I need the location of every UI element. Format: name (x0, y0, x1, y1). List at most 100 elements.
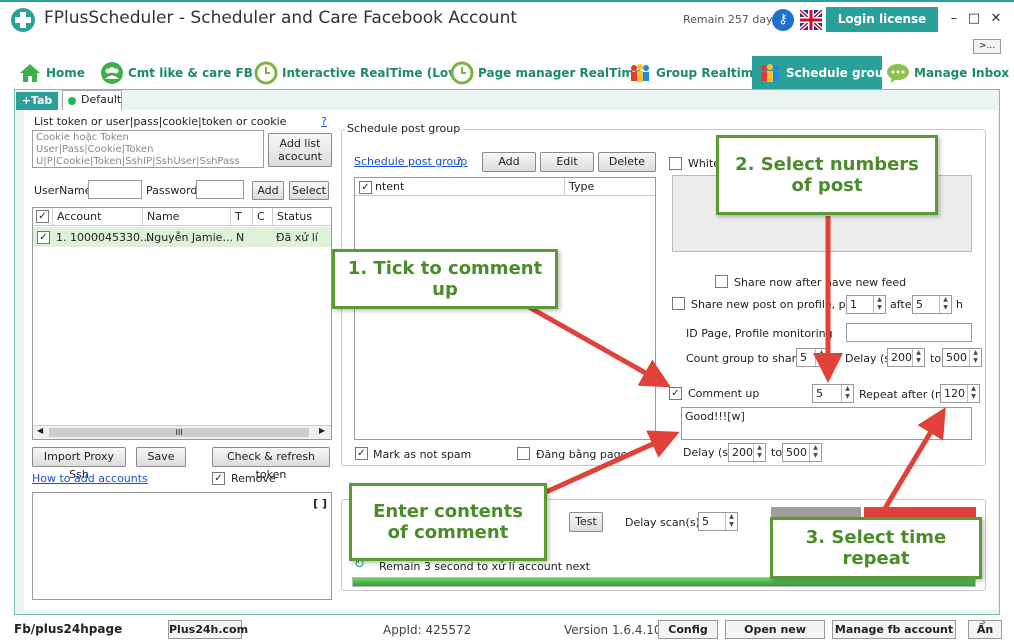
row-t: N (236, 231, 245, 244)
accounts-table: ✓ Account Name T C Status ✓ 1. 100004533… (32, 207, 332, 440)
add-tab-button[interactable]: +Tab (16, 92, 58, 110)
key-icon[interactable]: ⚷ (772, 9, 794, 31)
password-input[interactable] (196, 180, 244, 199)
password-label: Password (146, 184, 198, 197)
manage-fb-account-button[interactable]: Manage fb account (832, 620, 956, 639)
stepper-value: 200 (891, 351, 912, 364)
id-page-input[interactable] (846, 323, 972, 342)
tab-interactive-realtime[interactable]: Interactive RealTime (Love) (254, 56, 470, 89)
token-input[interactable]: Cookie hoặc Token User|Pass|Cookie|Token… (32, 130, 264, 168)
table-row[interactable]: ✓ 1. 1000045330... Nguyễn Jamie... N Đã … (33, 227, 331, 247)
tab-page-manager[interactable]: Page manager RealTime (450, 56, 642, 89)
tab-label: Schedule group (786, 65, 892, 80)
share-now-label: Share now after have new feed (734, 276, 907, 289)
stepper-value: 5 (916, 298, 923, 311)
app-title: FPlusScheduler - Scheduler and Care Face… (44, 8, 518, 28)
delay-to-stepper[interactable]: 500 ▲ ▼ (942, 348, 982, 367)
close-button[interactable]: ✕ (984, 8, 1008, 30)
select-button[interactable]: Select (289, 181, 329, 200)
after-stepper[interactable]: 5 ▲ ▼ (912, 295, 952, 314)
start-button[interactable] (864, 507, 976, 517)
stepper-arrows-icon[interactable]: ▲ ▼ (725, 513, 737, 530)
stepper-arrows-icon[interactable]: ▲ ▼ (753, 444, 765, 461)
stepper-arrows-icon[interactable]: ▲ ▼ (912, 349, 924, 366)
scroll-right-icon[interactable]: ▶ (319, 426, 325, 435)
add-list-account-button[interactable]: Add list acocunt (268, 133, 332, 167)
select-all-checkbox[interactable]: ✓ (36, 210, 49, 223)
token-help-link[interactable]: ? (321, 115, 327, 128)
tab-label: Cmt like & care FB (128, 65, 253, 80)
stepper-arrows-icon[interactable]: ▲ ▼ (809, 444, 821, 461)
delay2-from-stepper[interactable]: 200 ▲ ▼ (728, 443, 766, 462)
import-proxy-button[interactable]: Import Proxy Ssh (32, 447, 126, 481)
count-group-stepper[interactable]: 5 ▲ ▼ (796, 348, 828, 367)
how-to-add-accounts-link[interactable]: How to add accounts (32, 472, 148, 485)
scroll-thumb[interactable]: III (49, 428, 309, 437)
comment-content-input[interactable]: Good!!![w] (681, 407, 972, 440)
hide-button[interactable]: Ẩn (968, 620, 1002, 639)
row-checkbox[interactable]: ✓ (37, 231, 50, 244)
stop-button[interactable] (771, 507, 861, 517)
delete-schedule-button[interactable]: Delete (598, 152, 656, 172)
tab-manage-inbox[interactable]: Manage Inbox C (886, 56, 1014, 89)
column-header: Type (565, 178, 655, 196)
stepper-arrows-icon[interactable]: ▲ ▼ (939, 296, 951, 313)
tab-home[interactable]: Home (18, 56, 85, 89)
id-page-label: ID Page, Profile monitoring (686, 327, 833, 340)
mark-spam-checkbox[interactable]: ✓ (355, 447, 368, 460)
maximize-button[interactable]: □ (962, 8, 986, 30)
header-checkbox-cell: ✓ (33, 208, 53, 226)
open-new-window-button[interactable]: Open new wind... (725, 620, 825, 639)
delay-scan-stepper[interactable]: 5 ▲ ▼ (698, 512, 738, 531)
uk-flag-icon[interactable] (800, 10, 822, 30)
add-account-button[interactable]: Add (252, 181, 284, 200)
app-id: AppId: 425572 (383, 623, 472, 637)
horizontal-scrollbar[interactable]: ◀ III ▶ (33, 425, 331, 439)
stepper-arrows-icon[interactable]: ▲ ▼ (873, 296, 885, 313)
stepper-arrows-icon[interactable]: ▲ ▼ (969, 349, 981, 366)
test-button[interactable]: Test (569, 512, 603, 532)
save-button[interactable]: Save (136, 447, 186, 467)
comment-up-stepper[interactable]: 5 ▲ ▼ (812, 384, 854, 403)
share-profile-stepper[interactable]: 1 ▲ ▼ (846, 295, 886, 314)
stepper-value: 5 (800, 351, 807, 364)
schedule-list-link[interactable]: Schedule post group (354, 155, 467, 168)
stepper-arrows-icon[interactable]: ▲ ▼ (815, 349, 827, 366)
schedule-select-all-checkbox[interactable]: ✓ (359, 181, 372, 194)
stepper-value: 500 (786, 446, 807, 459)
config-button[interactable]: Config (658, 620, 718, 639)
tab-schedule-group[interactable]: Schedule group (752, 56, 892, 89)
share-profile-checkbox[interactable] (672, 297, 685, 310)
scroll-left-icon[interactable]: ◀ (37, 426, 43, 435)
username-input[interactable] (88, 180, 142, 199)
repeat-after-label: Repeat after (m) (859, 388, 951, 401)
edit-schedule-button[interactable]: Edit (540, 152, 594, 172)
token-placeholder-line: Cookie hoặc Token (36, 132, 129, 143)
login-license-button[interactable]: Login license (826, 7, 938, 32)
comment-up-checkbox[interactable]: ✓ (669, 387, 682, 400)
column-header: Name (143, 208, 231, 226)
schedule-help-link[interactable]: ? (456, 155, 462, 168)
delay-from-stepper[interactable]: 200 ▲ ▼ (887, 348, 925, 367)
more-button[interactable]: >... (973, 39, 1001, 54)
callout-tick-comment-up: 1. Tick to comment up (332, 249, 558, 309)
share-now-checkbox[interactable] (715, 275, 728, 288)
add-schedule-button[interactable]: Add (482, 152, 536, 172)
tab-default[interactable]: Default (62, 90, 122, 110)
callout-enter-comment: Enter contents of comment (349, 483, 547, 561)
row-name: Nguyễn Jamie... (146, 231, 233, 244)
tab-group-realtime[interactable]: Group Realtime (628, 56, 761, 89)
stepper-arrows-icon[interactable]: ▲ ▼ (841, 385, 853, 402)
repeat-after-stepper[interactable]: 120 ▲ ▼ (940, 384, 980, 403)
check-refresh-token-button[interactable]: Check & refresh token (212, 447, 330, 481)
remove-checkbox[interactable]: ✓ (212, 472, 225, 485)
log-box[interactable]: [ ] (32, 492, 332, 600)
site-link[interactable]: Plus24h.com (168, 620, 248, 639)
white-checkbox[interactable] (669, 157, 682, 170)
home-icon (20, 63, 40, 82)
dang-bang-page-checkbox[interactable] (517, 447, 530, 460)
stepper-arrows-icon[interactable]: ▲ ▼ (967, 385, 979, 402)
delay2-label: Delay (s) (683, 446, 733, 459)
delay2-to-stepper[interactable]: 500 ▲ ▼ (782, 443, 822, 462)
tab-cmt-like[interactable]: Cmt like & care FB (100, 56, 253, 89)
